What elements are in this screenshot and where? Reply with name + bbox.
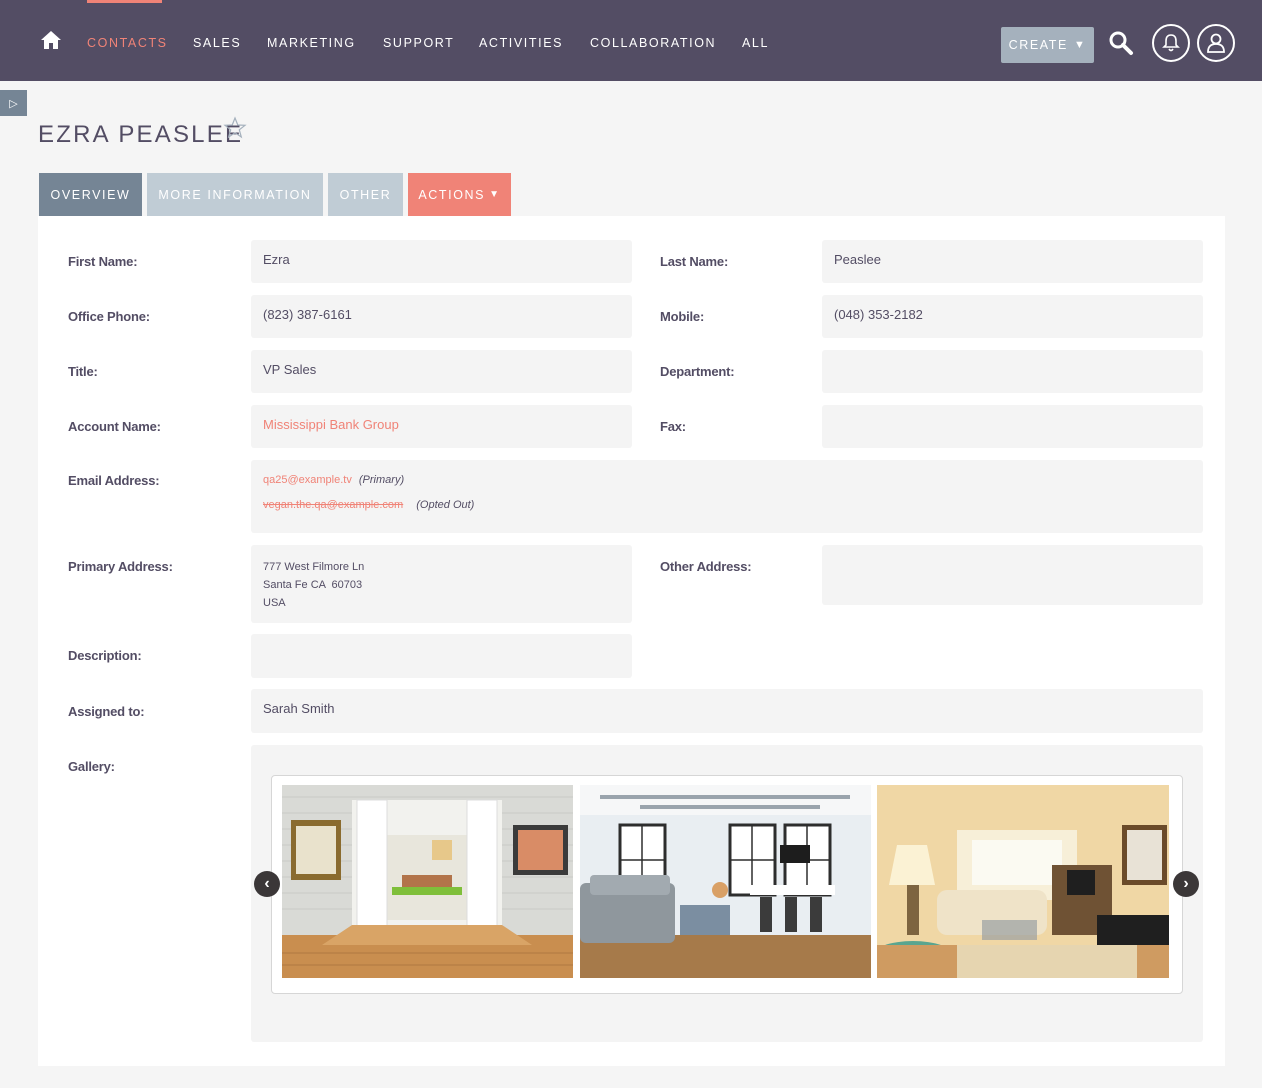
nav-support[interactable]: SUPPORT	[383, 36, 454, 50]
email-opted-out-link[interactable]: vegan.the.qa@example.com	[263, 499, 403, 511]
caret-down-icon: ▼	[1073, 39, 1087, 51]
nav-marketing[interactable]: MARKETING	[267, 36, 356, 50]
title-label: Title:	[68, 364, 98, 379]
bell-icon	[1162, 34, 1180, 52]
nav-collaboration[interactable]: COLLABORATION	[590, 36, 716, 50]
office-phone-field[interactable]: (823) 387-6161	[251, 295, 632, 338]
notifications-button[interactable]	[1152, 24, 1190, 62]
email-opted-out-tag: (Opted Out)	[416, 499, 475, 511]
department-label: Department:	[660, 364, 735, 379]
living-room-doors-photo[interactable]	[282, 785, 573, 978]
mobile-label: Mobile:	[660, 309, 705, 324]
fax-field[interactable]	[822, 405, 1203, 448]
caret-down-icon: ▼	[489, 189, 501, 200]
create-button-label: CREATE	[1008, 38, 1068, 52]
gallery-label: Gallery:	[68, 759, 115, 774]
description-field[interactable]	[251, 634, 632, 678]
active-tab-indicator	[87, 0, 162, 3]
other-address-field[interactable]	[822, 545, 1203, 605]
assigned-to-value: Sarah Smith	[263, 701, 335, 716]
email-address-field: qa25@example.tv (Primary) vegan.the.qa@e…	[251, 460, 1203, 533]
department-field[interactable]	[822, 350, 1203, 393]
tab-actions-label: ACTIONS	[418, 187, 486, 202]
nav-all[interactable]: ALL	[742, 36, 769, 50]
primary-address-label: Primary Address:	[68, 559, 173, 574]
chevron-right-icon: ›	[1183, 875, 1189, 892]
tab-more-information-label: MORE INFORMATION	[158, 187, 312, 202]
first-name-label: First Name:	[68, 254, 138, 269]
assigned-to-field[interactable]: Sarah Smith	[251, 689, 1203, 733]
tab-overview-label: OVERVIEW	[50, 187, 131, 202]
top-navbar: CONTACTS SALES MARKETING SUPPORT ACTIVIT…	[0, 0, 1262, 81]
mobile-field[interactable]: (048) 353-2182	[822, 295, 1203, 338]
nav-contacts[interactable]: CONTACTS	[87, 36, 168, 50]
gallery-prev-button[interactable]: ‹	[254, 871, 280, 897]
user-icon	[1207, 33, 1225, 53]
last-name-label: Last Name:	[660, 254, 729, 269]
sidebar-toggle-button[interactable]: ▷	[0, 90, 27, 116]
first-name-value: Ezra	[263, 252, 290, 267]
user-menu-button[interactable]	[1197, 24, 1235, 62]
loft-office-photo[interactable]	[580, 785, 871, 978]
mobile-value: (048) 353-2182	[834, 307, 923, 322]
email-opted-out-row: vegan.the.qa@example.com (Opted Out)	[263, 499, 474, 511]
chevron-left-icon: ‹	[264, 875, 270, 892]
gallery-next-button[interactable]: ›	[1173, 871, 1199, 897]
tab-overview[interactable]: OVERVIEW	[39, 173, 142, 216]
tab-more-information[interactable]: MORE INFORMATION	[147, 173, 323, 216]
primary-address-line2: Santa Fe CA 60703	[263, 579, 363, 591]
home-icon[interactable]	[40, 30, 62, 50]
tab-other[interactable]: OTHER	[328, 173, 403, 216]
primary-address-line3: USA	[263, 597, 286, 609]
nav-activities[interactable]: ACTIVITIES	[479, 36, 563, 50]
title-field[interactable]: VP Sales	[251, 350, 632, 393]
first-name-field[interactable]: Ezra	[251, 240, 632, 283]
account-name-field: Mississippi Bank Group	[251, 405, 632, 448]
description-label: Description:	[68, 648, 142, 663]
title-value: VP Sales	[263, 362, 317, 377]
sitting-room-photo[interactable]	[877, 785, 1169, 978]
email-primary-row: qa25@example.tv (Primary)	[263, 474, 404, 486]
play-icon: ▷	[9, 97, 18, 110]
search-icon[interactable]	[1108, 30, 1134, 56]
nav-sales[interactable]: SALES	[193, 36, 241, 50]
primary-address-line1: 777 West Filmore Ln	[263, 561, 365, 573]
fax-label: Fax:	[660, 419, 686, 434]
email-primary-link[interactable]: qa25@example.tv	[263, 474, 352, 486]
favorite-star-icon[interactable]	[223, 116, 247, 140]
email-primary-tag: (Primary)	[358, 474, 405, 486]
other-address-label: Other Address:	[660, 559, 752, 574]
tab-actions[interactable]: ACTIONS ▼	[408, 173, 511, 216]
last-name-value: Peaslee	[834, 252, 881, 267]
assigned-to-label: Assigned to:	[68, 704, 145, 719]
page-title: EZRA PEASLEE	[38, 121, 244, 148]
office-phone-value: (823) 387-6161	[263, 307, 352, 322]
office-phone-label: Office Phone:	[68, 309, 150, 324]
account-name-link[interactable]: Mississippi Bank Group	[263, 417, 620, 432]
tab-other-label: OTHER	[339, 187, 392, 202]
primary-address-field[interactable]: 777 West Filmore Ln Santa Fe CA 60703 US…	[251, 545, 632, 623]
create-button[interactable]: CREATE ▼	[1001, 27, 1094, 63]
account-name-label: Account Name:	[68, 419, 161, 434]
last-name-field[interactable]: Peaslee	[822, 240, 1203, 283]
email-address-label: Email Address:	[68, 473, 160, 488]
